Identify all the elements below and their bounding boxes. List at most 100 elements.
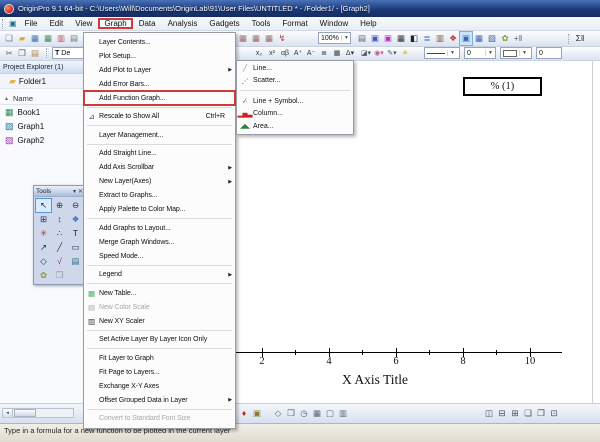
graph-menu-item[interactable]: ▤ New Color Scale xyxy=(84,300,235,314)
graph-menu-item[interactable]: ▦ New Table... xyxy=(84,286,235,300)
graph-template-button[interactable]: ▦ xyxy=(237,32,249,45)
fill-pattern-combo[interactable]: ▼ xyxy=(500,47,532,59)
graph-menu-item[interactable]: Add Error Bars... xyxy=(84,77,235,91)
menubar-item[interactable]: Format xyxy=(276,18,313,29)
layer-arrange-button[interactable]: ≣ xyxy=(421,32,433,45)
toolbar-grip[interactable] xyxy=(46,48,49,58)
data-selector-tool[interactable]: ∴ xyxy=(52,227,67,240)
graph-menu-item[interactable]: Offset Grouped Data in Layer ▶ xyxy=(84,393,235,407)
scrollbar-thumb[interactable] xyxy=(14,409,36,417)
insert-graph-button[interactable]: ▣ xyxy=(460,32,472,45)
resize-button[interactable]: ⊡ xyxy=(548,407,560,420)
polygon-tool[interactable]: ◇ xyxy=(36,255,51,268)
graph-menu-item[interactable]: Add Axis Scrollbar ▶ xyxy=(84,161,235,175)
paste-button[interactable]: ▤ xyxy=(29,47,41,60)
zoom-in-tool[interactable]: ⊕ xyxy=(52,199,67,212)
slideshow-button[interactable]: ▣ xyxy=(382,32,394,45)
rectangle-tool[interactable]: ▭ xyxy=(68,241,83,254)
arrange-front-button[interactable]: ❏ xyxy=(522,407,534,420)
menubar-item[interactable]: Data xyxy=(133,18,162,29)
graph-menu-item[interactable]: Add Function Graph... xyxy=(84,91,235,105)
graph-window-icon[interactable]: ▣ xyxy=(9,19,17,28)
frame-button[interactable]: ▢ xyxy=(324,407,336,420)
statistics-button[interactable]: Σ‖ xyxy=(574,32,586,45)
graph-menu-item[interactable]: ⊿ Rescale to Show All Ctrl+R xyxy=(84,110,235,124)
spark-button[interactable]: ✳ xyxy=(399,47,411,60)
share-button[interactable]: ❖ xyxy=(447,32,459,45)
video-button[interactable]: ▦ xyxy=(395,32,407,45)
color-palette-button[interactable]: ▥ xyxy=(434,32,446,45)
freeze-button[interactable]: ▣ xyxy=(251,407,263,420)
line-spacing-button[interactable]: ≣ xyxy=(318,47,330,60)
new-graph-button[interactable]: ▦ xyxy=(42,32,54,45)
speed-mode-button[interactable]: ↯ xyxy=(276,32,288,45)
tile-horizontal-button[interactable]: ⊟ xyxy=(496,407,508,420)
subscript-button[interactable]: x₂ xyxy=(253,47,265,60)
insert-graph-tool[interactable]: ▤ xyxy=(68,255,83,268)
insert-worksheet-button[interactable]: ▦ xyxy=(473,32,485,45)
menubar-item[interactable]: View xyxy=(69,18,98,29)
toolbar-grip[interactable] xyxy=(568,34,571,44)
font-color-button[interactable]: Δ▾ xyxy=(344,47,356,60)
x-axis-title[interactable]: X Axis Title xyxy=(290,372,460,388)
graph-menu-item[interactable]: Layer Management... xyxy=(84,128,235,142)
superscript-button[interactable]: x² xyxy=(266,47,278,60)
scroll-left-icon[interactable]: ◂ xyxy=(3,409,13,417)
submenu-item[interactable]: ▂▅▃ Column... xyxy=(237,108,353,121)
pointer-tool[interactable]: ↖ xyxy=(36,199,51,212)
new-project-button[interactable]: ❏ xyxy=(3,32,15,45)
print-preview-button[interactable]: ▣ xyxy=(369,32,381,45)
pattern-width-combo[interactable]: 0 xyxy=(536,47,562,59)
print-button[interactable]: ▤ xyxy=(356,32,368,45)
line-tool[interactable]: ╱ xyxy=(52,241,67,254)
submenu-item[interactable]: ╱ Line... xyxy=(237,62,353,75)
menubar-item[interactable]: File xyxy=(19,18,44,29)
menubar-item[interactable]: Tools xyxy=(246,18,277,29)
highlight-color-button[interactable]: ◉▾ xyxy=(373,47,385,60)
graph-legend[interactable]: % (1) xyxy=(463,77,542,96)
graph-menu-item[interactable]: Speed Mode... xyxy=(84,249,235,263)
layer-tool[interactable]: ❐ xyxy=(52,269,67,282)
tools-palette-titlebar[interactable]: Tools ▾ ✕ xyxy=(34,186,85,197)
new-function-plot-button[interactable]: ▤ xyxy=(68,32,80,45)
graph-menu-item[interactable]: New Layer(Axes) ▶ xyxy=(84,175,235,189)
new-workbook-button[interactable]: ▦ xyxy=(29,32,41,45)
graph-menu-item[interactable]: Add Straight Line... xyxy=(84,147,235,161)
menubar-item[interactable]: Help xyxy=(354,18,382,29)
insert-matrix-button[interactable]: ▨ xyxy=(486,32,498,45)
text-tool[interactable]: T xyxy=(68,227,83,240)
marker-button[interactable]: ♦ xyxy=(238,407,250,420)
graph-menu-item[interactable]: Plot Setup... xyxy=(84,49,235,63)
graph-menu-item[interactable]: Apply Palette to Color Map... xyxy=(84,203,235,217)
graph-menu-item[interactable]: Add Graphs to Layout... xyxy=(84,221,235,235)
pencil-color-button[interactable]: ✎▾ xyxy=(386,47,398,60)
line-width-combo[interactable]: 0 ▼ xyxy=(464,47,496,59)
submenu-item[interactable]: ·∕· Line + Symbol... xyxy=(237,95,353,108)
cut-button[interactable]: ✂ xyxy=(3,47,15,60)
submenu-item[interactable]: ⋰ Scatter... xyxy=(237,75,353,88)
clock-button[interactable]: ◷ xyxy=(298,407,310,420)
horizontal-scrollbar[interactable]: ◂ xyxy=(2,408,74,418)
contrast-button[interactable]: ◧ xyxy=(408,32,420,45)
increase-font-button[interactable]: A⁺ xyxy=(292,47,304,60)
insert-table-button[interactable]: ▦ xyxy=(311,407,323,420)
shape-3d-button[interactable]: ❒ xyxy=(285,407,297,420)
custom-toolbar-button[interactable]: ✿ xyxy=(499,32,511,45)
polygon-object-button[interactable]: ◇ xyxy=(272,407,284,420)
zoom-level-combo[interactable]: 100% ▼ xyxy=(318,32,351,44)
insert-equation-tool[interactable]: √ xyxy=(52,255,67,268)
submenu-item[interactable]: ◢◣ Area... xyxy=(237,120,353,133)
menubar-item[interactable]: Analysis xyxy=(162,18,204,29)
new-matrix-button[interactable]: ▥ xyxy=(55,32,67,45)
chevron-down-icon[interactable]: ▾ xyxy=(73,188,76,195)
grid-button[interactable]: ▦ xyxy=(331,47,343,60)
graph-template-3-button[interactable]: ▦ xyxy=(263,32,275,45)
graph-menu-item[interactable]: Fit Layer to Graph xyxy=(84,351,235,365)
graph-menu-item[interactable]: Fit Page to Layers... xyxy=(84,365,235,379)
rescale-tool[interactable]: ✿ xyxy=(36,269,51,282)
graph-menu-item[interactable]: Set Active Layer By Layer Icon Only xyxy=(84,333,235,347)
menubar-item[interactable]: Edit xyxy=(43,18,69,29)
line-style-combo[interactable]: ▼ xyxy=(424,47,460,59)
graph-menu-item[interactable]: Exchange X-Y Axes xyxy=(84,379,235,393)
greek-button[interactable]: αβ xyxy=(279,47,291,60)
